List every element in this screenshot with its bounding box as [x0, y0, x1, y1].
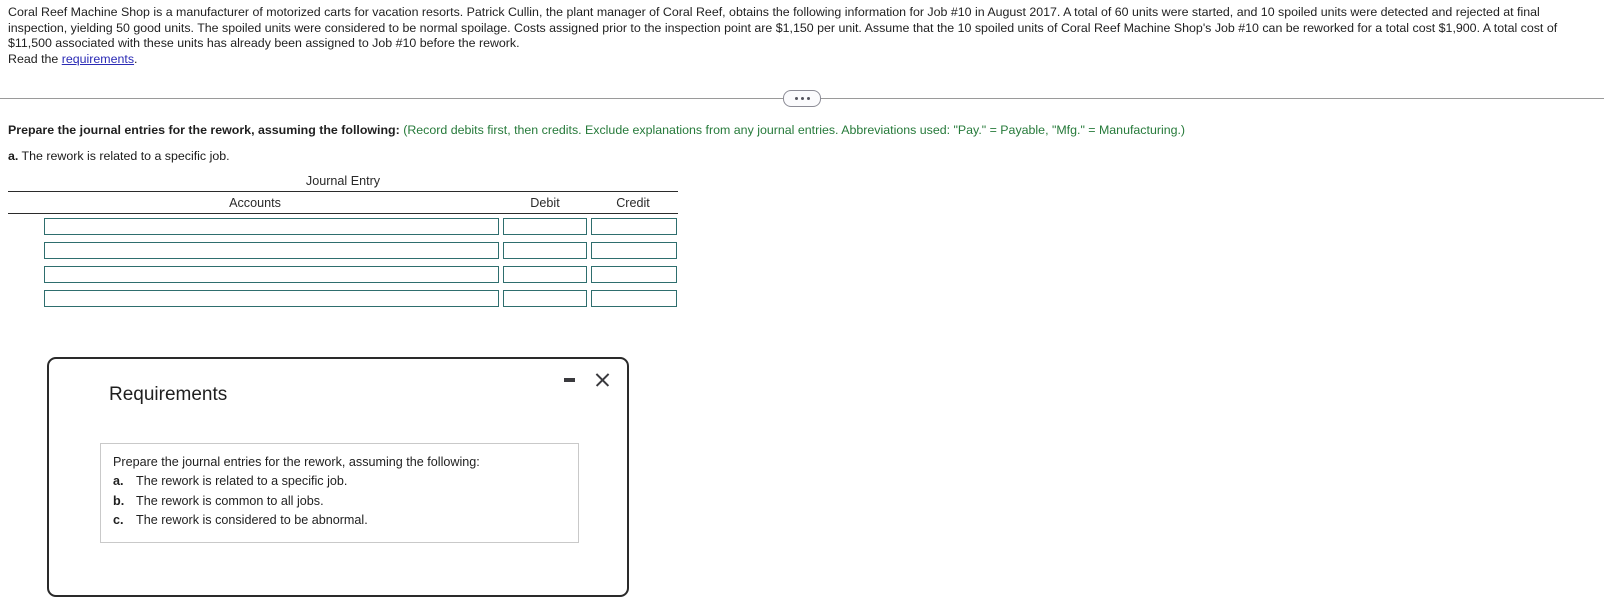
list-item-bullet: b. [113, 493, 125, 508]
dot-1-icon [794, 97, 798, 101]
list-item-text: The rework is considered to be abnormal. [136, 513, 368, 527]
list-item: c. The rework is considered to be abnorm… [113, 511, 566, 531]
debit-input-row-2[interactable] [503, 242, 587, 260]
list-item-text: The rework is common to all jobs. [136, 493, 324, 508]
minimize-bar [563, 378, 575, 382]
requirements-list: a. The rework is related to a specific j… [113, 472, 566, 531]
dot-3-icon [806, 97, 810, 101]
table-row [8, 242, 678, 266]
table-row [8, 218, 678, 242]
credit-input-row-4[interactable] [591, 290, 677, 308]
close-icon[interactable] [593, 371, 611, 389]
instruction-note: (Record debits first, then credits. Excl… [403, 123, 1186, 138]
instruction-bold: Prepare the journal entries for the rewo… [8, 123, 400, 138]
sub-prompt: a. The rework is related to a specific j… [0, 138, 1604, 164]
requirements-link[interactable]: requirements [62, 52, 134, 66]
credit-input-row-2[interactable] [591, 242, 677, 260]
credit-input-row-3[interactable] [591, 266, 677, 284]
column-header-debit: Debit [530, 195, 560, 210]
problem-paragraph: Coral Reef Machine Shop is a manufacture… [8, 5, 1558, 51]
sub-prompt-letter: a. [8, 149, 19, 164]
dot-2-icon [800, 97, 804, 101]
requirements-content-box: Prepare the journal entries for the rewo… [100, 443, 579, 543]
more-options-dots-icon[interactable] [783, 90, 821, 108]
dialog-titlebar: Requirements [49, 359, 627, 421]
read-requirements-line: Read the requirements. [8, 52, 1596, 68]
dialog-window-controls [562, 371, 611, 389]
table-header-row: Accounts Debit Credit [8, 192, 678, 213]
read-prefix: Read the [8, 51, 62, 66]
table-row [8, 290, 678, 314]
requirements-intro: Prepare the journal entries for the rewo… [113, 455, 480, 469]
debit-input-row-4[interactable] [503, 290, 587, 308]
table-body [8, 214, 678, 314]
list-item: b. The rework is common to all jobs. [113, 492, 566, 512]
journal-entry-title: Journal Entry [305, 174, 381, 189]
requirements-dialog: Requirements Prepare the journal entries… [47, 357, 629, 597]
list-item: a. The rework is related to a specific j… [113, 472, 566, 492]
accounts-input-row-4[interactable] [44, 290, 499, 308]
read-suffix: . [134, 51, 138, 66]
instruction-line: Prepare the journal entries for the rewo… [0, 109, 1604, 138]
list-item-bullet: c. [113, 513, 124, 527]
accounts-input-row-3[interactable] [44, 266, 499, 284]
accounts-input-row-1[interactable] [44, 218, 499, 236]
table-row [8, 266, 678, 290]
dialog-title: Requirements [109, 384, 228, 405]
column-header-accounts: Accounts [229, 195, 281, 210]
problem-statement: Coral Reef Machine Shop is a manufacture… [0, 0, 1604, 67]
section-divider [0, 87, 1604, 109]
accounts-input-row-2[interactable] [44, 242, 499, 260]
sub-prompt-text: The rework is related to a specific job. [18, 149, 230, 164]
list-item-bullet: a. [113, 474, 124, 488]
debit-input-row-3[interactable] [503, 266, 587, 284]
list-item-text: The rework is related to a specific job. [136, 474, 348, 488]
debit-input-row-1[interactable] [503, 218, 587, 236]
credit-input-row-1[interactable] [591, 218, 677, 236]
minimize-icon[interactable] [562, 373, 576, 387]
journal-entry-table: Journal Entry Accounts Debit Credit [0, 174, 678, 314]
column-header-credit: Credit [616, 195, 650, 210]
